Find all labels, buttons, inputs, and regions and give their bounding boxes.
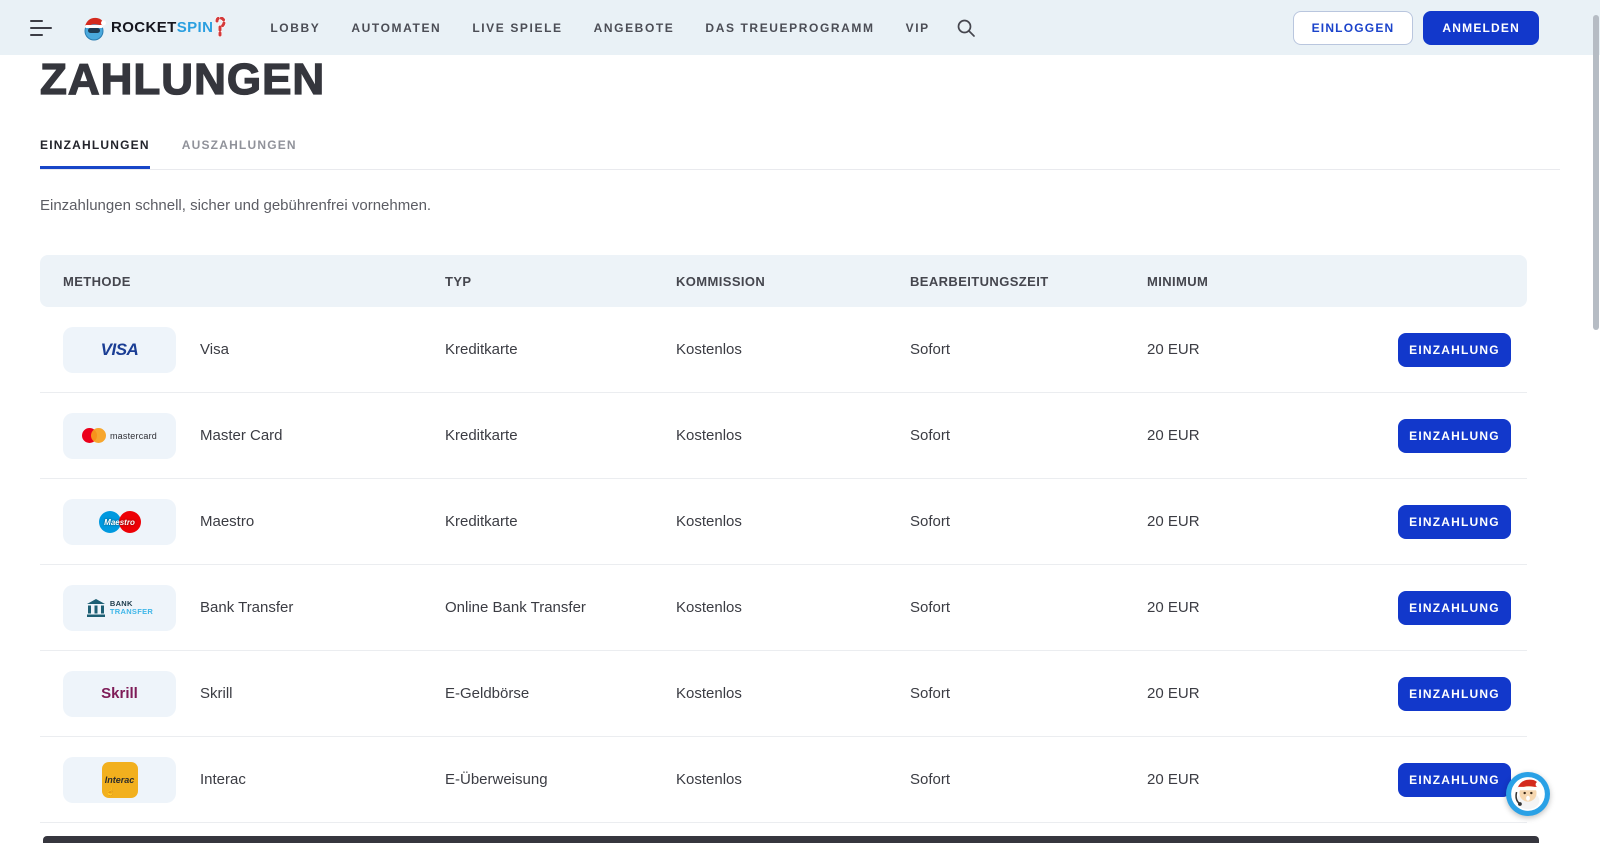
- rocketspin-payments-page: ROCKETSPIN LOBBY AUTOMATEN LIVE SPIELE A…: [0, 0, 1600, 843]
- interac-hand-icon: ☝: [106, 787, 116, 796]
- method-processing-time: Sofort: [910, 599, 1147, 616]
- deposit-button[interactable]: EINZAHLUNG: [1398, 677, 1511, 711]
- column-header-minimum: MINIMUM: [1147, 274, 1398, 289]
- login-button[interactable]: EINLOGGEN: [1293, 11, 1414, 45]
- support-chat-widget[interactable]: [1506, 772, 1550, 816]
- method-minimum: 20 EUR: [1147, 599, 1398, 616]
- table-row-maestro: Maestro Maestro Kreditkarte Kostenlos So…: [40, 479, 1527, 565]
- nav-item-live-spiele[interactable]: LIVE SPIELE: [472, 21, 562, 35]
- bank-building-icon: [86, 598, 106, 618]
- deposit-button[interactable]: EINZAHLUNG: [1398, 505, 1511, 539]
- tab-auszahlungen[interactable]: AUSZAHLUNGEN: [182, 138, 297, 169]
- mastercard-logo: mastercard: [63, 413, 176, 459]
- santa-rocketman-icon: [80, 14, 108, 42]
- deposit-button[interactable]: EINZAHLUNG: [1398, 419, 1511, 453]
- visa-logo: VISA: [63, 327, 176, 373]
- table-header-row: METHODE TYP KOMMISSION BEARBEITUNGSZEIT …: [40, 255, 1527, 307]
- method-commission: Kostenlos: [676, 513, 910, 530]
- method-commission: Kostenlos: [676, 341, 910, 358]
- search-icon[interactable]: [956, 18, 976, 38]
- top-navigation-bar: ROCKETSPIN LOBBY AUTOMATEN LIVE SPIELE A…: [0, 0, 1600, 55]
- method-name: Skrill: [200, 685, 445, 702]
- nav-item-vip[interactable]: VIP: [906, 21, 930, 35]
- method-commission: Kostenlos: [676, 427, 910, 444]
- interac-logo: Interac ☝: [63, 757, 176, 803]
- skrill-logo: Skrill: [63, 671, 176, 717]
- method-commission: Kostenlos: [676, 771, 910, 788]
- method-minimum: 20 EUR: [1147, 685, 1398, 702]
- method-type: E-Geldbörse: [445, 685, 676, 702]
- method-commission: Kostenlos: [676, 599, 910, 616]
- method-processing-time: Sofort: [910, 685, 1147, 702]
- table-row-skrill: Skrill Skrill E-Geldbörse Kostenlos Sofo…: [40, 651, 1527, 737]
- method-type: Kreditkarte: [445, 341, 676, 358]
- payments-tabs: EINZAHLUNGEN AUSZAHLUNGEN: [40, 138, 1560, 170]
- page-description: Einzahlungen schnell, sicher und gebühre…: [40, 197, 431, 214]
- table-row-visa: VISA Visa Kreditkarte Kostenlos Sofort 2…: [40, 307, 1527, 393]
- column-header-typ: TYP: [445, 274, 676, 289]
- method-name: Master Card: [200, 427, 445, 444]
- method-minimum: 20 EUR: [1147, 513, 1398, 530]
- method-type: Kreditkarte: [445, 427, 676, 444]
- santa-avatar-icon: [1509, 775, 1547, 813]
- deposit-button[interactable]: EINZAHLUNG: [1398, 763, 1511, 797]
- deposit-button[interactable]: EINZAHLUNG: [1398, 591, 1511, 625]
- column-header-methode: METHODE: [63, 274, 445, 289]
- method-name: Visa: [200, 341, 445, 358]
- method-type: Kreditkarte: [445, 513, 676, 530]
- method-commission: Kostenlos: [676, 685, 910, 702]
- column-header-bearbeitungszeit: BEARBEITUNGSZEIT: [910, 274, 1147, 289]
- main-nav: LOBBY AUTOMATEN LIVE SPIELE ANGEBOTE DAS…: [270, 21, 929, 35]
- method-minimum: 20 EUR: [1147, 771, 1398, 788]
- nav-item-automaten[interactable]: AUTOMATEN: [351, 21, 441, 35]
- maestro-logo: Maestro: [63, 499, 176, 545]
- table-row-bank-transfer: BANK TRANSFER Bank Transfer Online Bank …: [40, 565, 1527, 651]
- mastercard-orange-circle: [91, 428, 106, 443]
- hamburger-menu-icon[interactable]: [30, 20, 52, 36]
- payment-methods-table: METHODE TYP KOMMISSION BEARBEITUNGSZEIT …: [40, 255, 1527, 823]
- deposit-button[interactable]: EINZAHLUNG: [1398, 333, 1511, 367]
- auth-buttons: EINLOGGEN ANMELDEN: [1293, 11, 1539, 45]
- method-processing-time: Sofort: [910, 427, 1147, 444]
- nav-item-treueprogramm[interactable]: DAS TREUEPROGRAMM: [705, 21, 874, 35]
- method-type: E-Überweisung: [445, 771, 676, 788]
- candy-cane-icon: [214, 17, 226, 39]
- nav-item-lobby[interactable]: LOBBY: [270, 21, 320, 35]
- page-title: ZAHLUNGEN: [40, 55, 325, 105]
- rocketspin-logo[interactable]: ROCKETSPIN: [80, 14, 226, 42]
- method-name: Maestro: [200, 513, 445, 530]
- vertical-scrollbar[interactable]: [1593, 15, 1599, 330]
- method-name: Interac: [200, 771, 445, 788]
- method-processing-time: Sofort: [910, 341, 1147, 358]
- method-minimum: 20 EUR: [1147, 427, 1398, 444]
- logo-wordmark: ROCKETSPIN: [111, 19, 213, 36]
- footer-edge: [43, 836, 1539, 843]
- bank-transfer-logo: BANK TRANSFER: [63, 585, 176, 631]
- method-name: Bank Transfer: [200, 599, 445, 616]
- column-header-kommission: KOMMISSION: [676, 274, 910, 289]
- tab-einzahlungen[interactable]: EINZAHLUNGEN: [40, 138, 150, 169]
- method-processing-time: Sofort: [910, 771, 1147, 788]
- method-processing-time: Sofort: [910, 513, 1147, 530]
- method-minimum: 20 EUR: [1147, 341, 1398, 358]
- register-button[interactable]: ANMELDEN: [1423, 11, 1539, 45]
- method-type: Online Bank Transfer: [445, 599, 676, 616]
- nav-item-angebote[interactable]: ANGEBOTE: [594, 21, 675, 35]
- table-row-mastercard: mastercard Master Card Kreditkarte Koste…: [40, 393, 1527, 479]
- table-row-interac: Interac ☝ Interac E-Überweisung Kostenlo…: [40, 737, 1527, 823]
